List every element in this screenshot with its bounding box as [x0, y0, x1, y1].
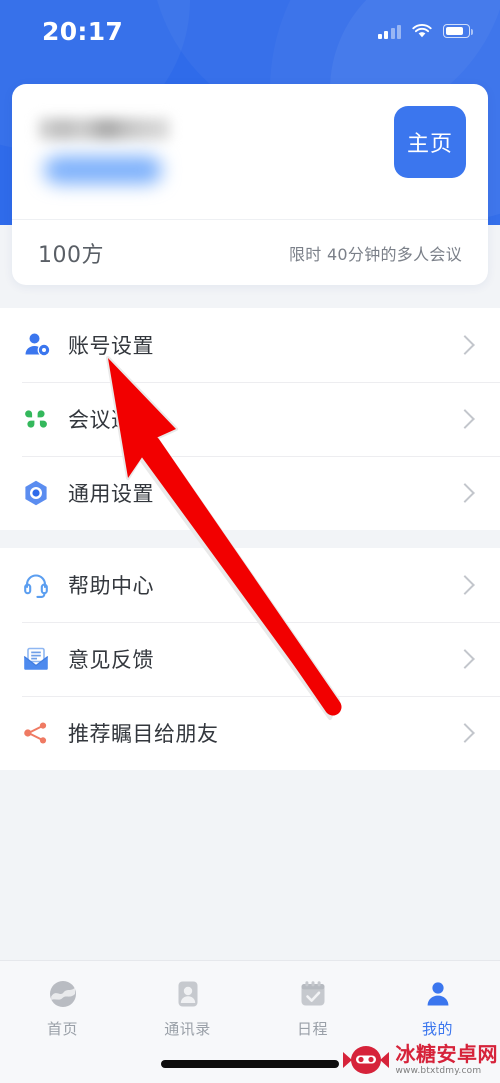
tab-schedule[interactable]: 日程 [250, 977, 375, 1039]
menu-item-share-to-friends[interactable]: 推荐瞩目给朋友 [0, 696, 500, 770]
tab-contacts[interactable]: 通讯录 [125, 977, 250, 1039]
account-settings-icon [22, 330, 56, 360]
candy-mascot-icon [342, 1046, 389, 1074]
capacity-description: 限时 40分钟的多人会议 [288, 244, 462, 264]
profile-card[interactable]: 主页 100方 限时 40分钟的多人会议 [12, 84, 488, 285]
calendar-check-icon [298, 977, 328, 1011]
chevron-right-icon [455, 409, 475, 429]
contacts-icon [173, 977, 203, 1011]
chevron-right-icon [455, 649, 475, 669]
profile-card-bottom: 100方 限时 40分钟的多人会议 [12, 219, 488, 285]
tab-home[interactable]: 首页 [0, 977, 125, 1039]
chevron-right-icon [455, 335, 475, 355]
wifi-icon [412, 23, 432, 39]
menu-item-label: 推荐瞩目给朋友 [68, 722, 219, 746]
share-icon [22, 718, 56, 748]
chevron-right-icon [455, 575, 475, 595]
general-settings-icon [22, 478, 56, 508]
home-indicator [161, 1060, 339, 1068]
menu-item-label: 通用设置 [68, 482, 154, 506]
home-globe-icon [48, 977, 78, 1011]
menu-item-help-center[interactable]: 帮助中心 [0, 548, 500, 622]
profile-card-top: 主页 [12, 84, 488, 219]
cellular-signal-icon [377, 24, 401, 39]
watermark-url: www.btxtdmy.com [395, 1066, 482, 1076]
user-name-masked [38, 118, 170, 140]
home-button[interactable]: 主页 [394, 106, 466, 178]
status-bar: 20:17 [0, 0, 500, 62]
status-bar-clock: 20:17 [42, 16, 124, 46]
watermark-title: 冰糖安卓网 [395, 1042, 498, 1066]
menu-item-account-settings[interactable]: 账号设置 [0, 308, 500, 382]
menu-item-meeting-options[interactable]: 会议选项 [0, 382, 500, 456]
chevron-right-icon [455, 723, 475, 743]
tab-label: 我的 [421, 1020, 453, 1038]
meeting-options-icon [22, 404, 56, 434]
chevron-right-icon [455, 483, 475, 503]
headset-icon [22, 570, 56, 600]
tab-label: 首页 [46, 1020, 78, 1038]
user-id-badge-masked [44, 156, 162, 184]
menu-item-feedback[interactable]: 意见反馈 [0, 622, 500, 696]
tab-mine[interactable]: 我的 [375, 977, 500, 1039]
envelope-icon [22, 644, 56, 674]
tab-label: 通讯录 [164, 1020, 211, 1038]
settings-menu-group: 账号设置 会议选项 通用设置 [0, 308, 500, 530]
menu-item-label: 会议选项 [68, 408, 154, 432]
capacity-label: 100方 [38, 242, 104, 268]
menu-item-general-settings[interactable]: 通用设置 [0, 456, 500, 530]
tab-label: 日程 [296, 1020, 328, 1038]
support-menu-group: 帮助中心 意见反馈 推荐瞩目给朋友 [0, 548, 500, 770]
status-bar-icons [377, 23, 473, 39]
menu-item-label: 帮助中心 [68, 574, 154, 598]
menu-item-label: 账号设置 [68, 334, 154, 358]
menu-item-label: 意见反馈 [68, 648, 154, 672]
battery-icon [443, 24, 473, 38]
person-icon [423, 977, 453, 1011]
site-watermark: 冰糖安卓网 www.btxtdmy.com [340, 1043, 499, 1077]
